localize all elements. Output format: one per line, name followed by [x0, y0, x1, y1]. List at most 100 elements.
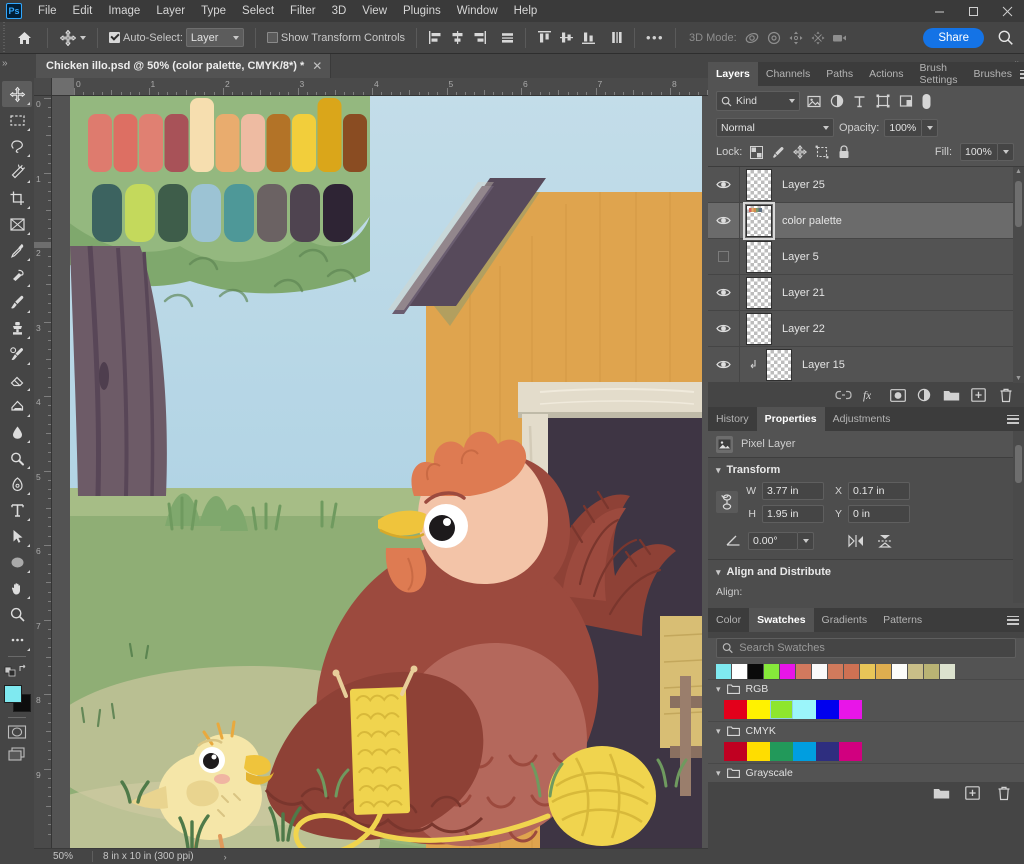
camera-3d-icon[interactable] [829, 27, 851, 49]
layer-visibility-eye-icon[interactable] [708, 202, 740, 239]
filter-shape-icon[interactable] [873, 92, 892, 111]
distribute-vertically-icon[interactable] [605, 27, 627, 49]
minimize-button[interactable] [922, 0, 956, 22]
swatch-chip[interactable] [839, 700, 862, 719]
layer-thumbnail[interactable] [746, 276, 772, 309]
menu-filter[interactable]: Filter [282, 2, 324, 20]
horizontal-ruler[interactable]: 0 1 2 3 4 5 6 7 8 [52, 78, 708, 96]
opacity-slider-caret[interactable] [922, 118, 939, 137]
swatch-chip[interactable] [940, 664, 955, 679]
filter-type-icon[interactable] [850, 92, 869, 111]
quick-mask-icon[interactable] [2, 721, 32, 743]
roll-3d-icon[interactable] [763, 27, 785, 49]
swatch-chip[interactable] [747, 742, 770, 761]
slide-3d-icon[interactable] [807, 27, 829, 49]
swatch-chip[interactable] [770, 700, 793, 719]
status-expand-arrow[interactable]: › [194, 852, 227, 862]
blend-mode-dropdown[interactable]: Normal [716, 118, 834, 137]
transform-section-title[interactable]: ▾ Transform [708, 464, 1024, 476]
align-section-title[interactable]: ▾ Align and Distribute [708, 566, 1024, 578]
panel-menu-icon[interactable] [1002, 407, 1024, 431]
document-tab[interactable]: Chicken illo.psd @ 50% (color palette, C… [36, 54, 332, 78]
align-top-edges-icon[interactable] [533, 27, 555, 49]
swatch-group-header[interactable]: ▾ Grayscale [708, 763, 1024, 782]
tab-swatches[interactable]: Swatches [749, 608, 814, 632]
tab-color[interactable]: Color [708, 608, 750, 632]
menu-window[interactable]: Window [449, 2, 506, 20]
link-width-height-icon[interactable] [716, 491, 738, 513]
new-adjustment-layer-icon[interactable] [916, 386, 933, 404]
layer-visibility-eye-icon[interactable] [708, 274, 740, 311]
properties-scrollbar[interactable] [1013, 431, 1024, 603]
lock-transparent-pixels-icon[interactable] [748, 144, 764, 160]
tab-actions[interactable]: Actions [861, 62, 912, 86]
ruler-corner[interactable] [34, 78, 52, 96]
align-horizontal-centers-icon[interactable] [446, 27, 468, 49]
scroll-up-arrow[interactable]: ▲ [1015, 168, 1022, 175]
lasso-tool[interactable] [2, 133, 32, 159]
filter-adjustment-icon[interactable] [827, 92, 846, 111]
tab-layers[interactable]: Layers [708, 62, 758, 86]
fill-value[interactable]: 100% [960, 143, 998, 161]
align-bottom-edges-icon[interactable] [577, 27, 599, 49]
layers-scrollbar[interactable]: ▲ ▼ [1013, 167, 1024, 383]
layer-visibility-eye-icon[interactable] [708, 166, 740, 203]
tab-patterns[interactable]: Patterns [875, 608, 931, 632]
zoom-level[interactable]: 50% [34, 851, 92, 862]
hand-tool[interactable] [2, 575, 32, 601]
auto-select-checkbox[interactable] [109, 32, 120, 43]
layer-row[interactable]: color palette [708, 201, 1024, 240]
align-vertical-centers-icon[interactable] [555, 27, 577, 49]
swatch-chip[interactable] [747, 700, 770, 719]
swatch-chip[interactable] [828, 664, 843, 679]
close-icon[interactable]: ✕ [312, 60, 322, 72]
panel-menu-icon[interactable] [1002, 608, 1024, 632]
swatch-chip[interactable] [724, 700, 747, 719]
flip-vertical-icon[interactable] [874, 531, 896, 551]
swatch-chip[interactable] [908, 664, 923, 679]
eraser-tool[interactable] [2, 367, 32, 393]
move-tool[interactable] [2, 81, 32, 107]
ellipse-tool[interactable] [2, 549, 32, 575]
more-options-button[interactable]: ••• [642, 27, 668, 49]
layer-visibility-eye-icon[interactable] [708, 346, 740, 383]
tab-paths[interactable]: Paths [818, 62, 862, 86]
tab-adjustments[interactable]: Adjustments [824, 407, 899, 431]
fill-slider-caret[interactable] [998, 143, 1014, 161]
new-group-icon[interactable] [933, 784, 950, 802]
swatch-chip[interactable] [860, 664, 875, 679]
distribute-horizontally-icon[interactable] [496, 27, 518, 49]
filter-pixel-icon[interactable] [804, 92, 823, 111]
layer-thumbnail[interactable] [746, 312, 772, 345]
layer-row[interactable]: Layer 21 [708, 274, 1024, 311]
orbit-3d-icon[interactable] [741, 27, 763, 49]
menu-plugins[interactable]: Plugins [395, 2, 449, 20]
vertical-ruler[interactable]: 0 1 2 3 4 5 6 7 8 9 [34, 96, 52, 848]
opacity-value[interactable]: 100% [884, 118, 923, 137]
panel-menu-icon[interactable] [1020, 62, 1024, 86]
swatch-chip[interactable] [816, 700, 839, 719]
lock-all-icon[interactable] [836, 144, 852, 160]
swatch-chip[interactable] [716, 664, 731, 679]
menu-type[interactable]: Type [193, 2, 234, 20]
tab-channels[interactable]: Channels [757, 62, 819, 86]
link-layers-icon[interactable] [835, 386, 852, 404]
menu-image[interactable]: Image [100, 2, 148, 20]
delete-layer-icon[interactable] [997, 386, 1014, 404]
menu-help[interactable]: Help [506, 2, 546, 20]
swatch-chip[interactable] [844, 664, 859, 679]
tab-properties[interactable]: Properties [756, 407, 825, 431]
gradient-tool[interactable] [2, 393, 32, 419]
lock-image-pixels-icon[interactable] [770, 144, 786, 160]
flip-horizontal-icon[interactable] [845, 531, 867, 551]
swatch-chip[interactable] [793, 700, 816, 719]
menu-edit[interactable]: Edit [65, 2, 101, 20]
share-button[interactable]: Share [923, 27, 984, 48]
show-transform-controls-checkbox[interactable] [266, 32, 278, 43]
swatch-chip[interactable] [796, 664, 811, 679]
collapse-left-icon[interactable]: » [2, 58, 8, 69]
scroll-down-arrow[interactable]: ▼ [1015, 375, 1022, 382]
maximize-button[interactable] [956, 0, 990, 22]
magic-wand-tool[interactable] [2, 159, 32, 185]
menu-view[interactable]: View [354, 2, 395, 20]
